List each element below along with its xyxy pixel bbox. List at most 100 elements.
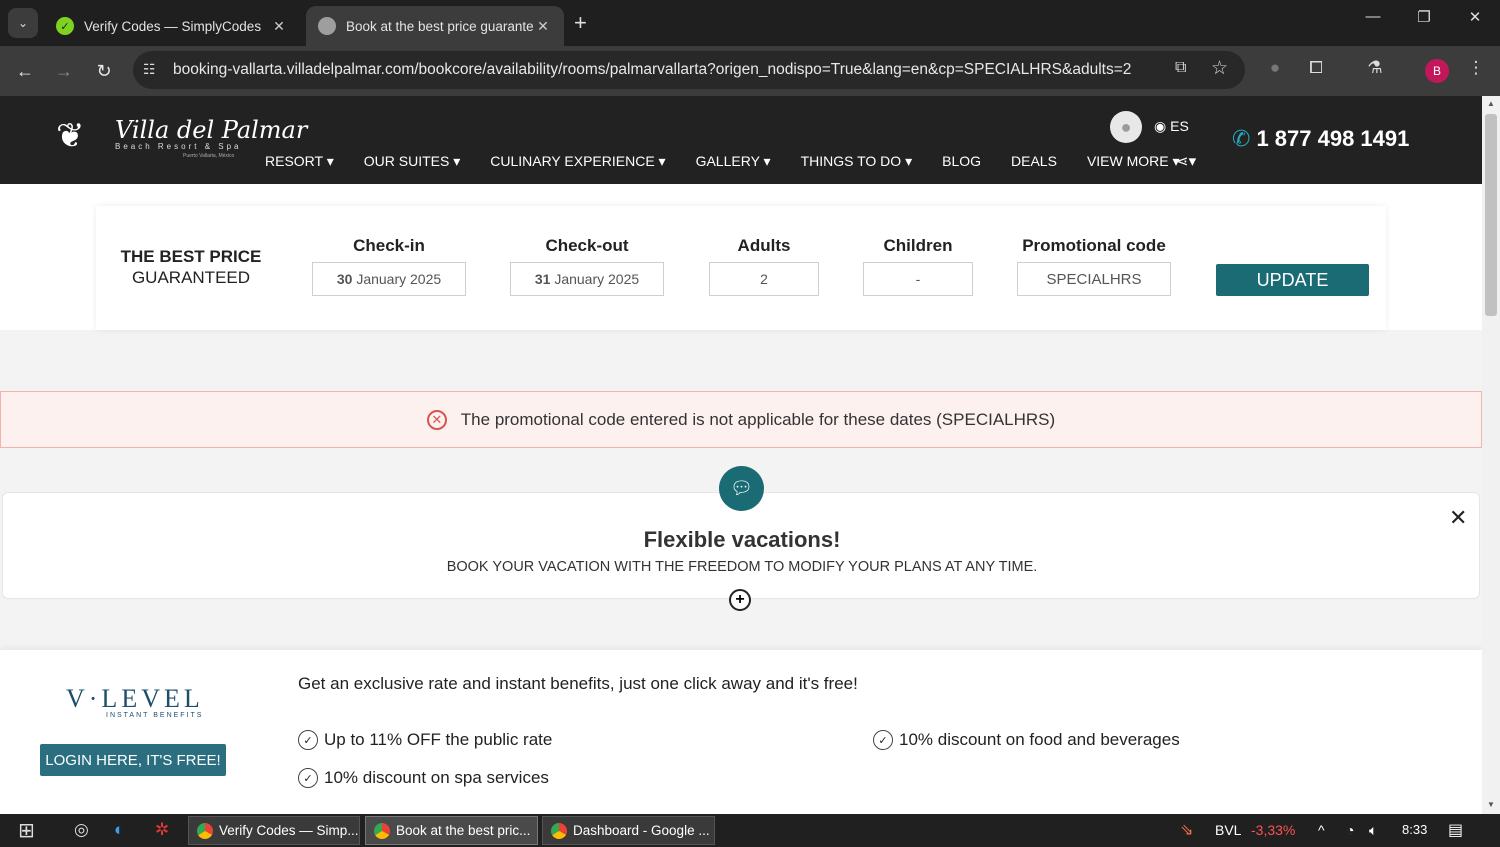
user-account-icon[interactable]: ● [1110, 111, 1142, 143]
start-grid-icon[interactable]: ⊞ [18, 818, 35, 843]
checkout-field: Check-out 31 January 2025 [510, 236, 664, 296]
phone-icon: ✆ [1232, 126, 1251, 151]
update-button[interactable]: UPDATE [1216, 264, 1369, 296]
close-icon[interactable]: ✕ [1449, 505, 1467, 531]
checkin-month-year: January 2025 [356, 271, 442, 287]
stock-ticker[interactable]: BVL [1215, 822, 1241, 838]
flexible-subtitle: BOOK YOUR VACATION WITH THE FREEDOM TO M… [446, 559, 1038, 575]
taskbar-app-label: Verify Codes — Simp... [219, 823, 359, 838]
close-window-icon[interactable]: ✕ [1460, 8, 1490, 26]
chat-bubble-icon[interactable]: 💬︎ [719, 466, 764, 511]
nav-view-more[interactable]: VIEW MORE ▾ [1087, 153, 1180, 170]
login-button[interactable]: LOGIN HERE, IT'S FREE! [40, 744, 226, 776]
promo-label: Promotional code [1022, 236, 1166, 255]
benefit-item: ✓ 10% discount on food and beverages [873, 730, 1180, 750]
minimize-icon[interactable]: — [1358, 8, 1388, 25]
tab-search-icon[interactable]: ⌄ [8, 8, 38, 38]
taskbar-app-verify-codes[interactable]: Verify Codes — Simp... [188, 816, 360, 845]
translate-icon[interactable]: ⧉ [1175, 59, 1186, 77]
bookmark-star-icon[interactable]: ☆ [1211, 57, 1228, 80]
expand-plus-icon[interactable]: + [729, 589, 751, 611]
url-text[interactable]: booking-vallarta.villadelpalmar.com/book… [173, 61, 1131, 79]
adults-select[interactable]: 2 [709, 262, 819, 296]
adults-field: Adults 2 [709, 236, 819, 296]
simplycodes-favicon-icon: ✓ [56, 17, 74, 35]
new-tab-icon[interactable]: + [574, 10, 587, 36]
checkin-field: Check-in 30 January 2025 [312, 236, 466, 296]
scrollbar-thumb[interactable] [1485, 114, 1497, 316]
checkout-input[interactable]: 31 January 2025 [510, 262, 664, 296]
taskbar-app-label: Dashboard - Google ... [573, 823, 710, 838]
forward-icon[interactable]: → [51, 58, 77, 84]
language-switch[interactable]: ◉ ES [1154, 118, 1189, 135]
nav-things-to-do[interactable]: THINGS TO DO ▾ [801, 153, 913, 170]
best-price-line1: THE BEST PRICE [120, 247, 262, 266]
tab-booking[interactable]: Book at the best price guarante ✕ [306, 6, 564, 46]
volume-icon[interactable]: 🔈︎ [1369, 822, 1377, 839]
vlevel-headline: Get an exclusive rate and instant benefi… [298, 674, 858, 693]
vlevel-benefits-panel: V·LEVEL INSTANT BENEFITS LOGIN HERE, IT'… [0, 650, 1482, 814]
children-label: Children [883, 236, 953, 255]
checkin-label: Check-in [353, 236, 425, 255]
nav-gallery[interactable]: GALLERY ▾ [696, 153, 771, 170]
os-taskbar: ⊞ ◎ ◐ ✲ Verify Codes — Simp... Book at t… [0, 814, 1500, 847]
share-icon[interactable]: ⋖▾ [1176, 152, 1196, 170]
reload-icon[interactable]: ↻ [91, 58, 117, 84]
benefit-text: Up to 11% OFF the public rate [324, 730, 553, 749]
taskbar-app-dashboard[interactable]: Dashboard - Google ... [542, 816, 715, 845]
site-info-icon[interactable]: ☷ [143, 61, 156, 78]
vlevel-logo-subtitle: INSTANT BENEFITS [106, 712, 204, 719]
scroll-up-icon[interactable]: ▲ [1487, 99, 1495, 108]
nav-deals[interactable]: DEALS [1011, 153, 1057, 170]
taskbar-app-label: Book at the best pric... [396, 823, 531, 838]
taskbar-app-booking[interactable]: Book at the best pric... [365, 816, 538, 845]
address-bar[interactable]: ☷ booking-vallarta.villadelpalmar.com/bo… [133, 51, 1245, 89]
checkout-label: Check-out [545, 236, 629, 255]
stock-widget-icon[interactable]: ⇘ [1180, 820, 1193, 840]
edge-icon[interactable]: ◐ [114, 820, 124, 840]
tab-title: Book at the best price guarante [346, 18, 534, 34]
checkin-input[interactable]: 30 January 2025 [312, 262, 466, 296]
phone-text: 1 877 498 1491 [1256, 126, 1410, 151]
nav-blog[interactable]: BLOG [942, 153, 981, 170]
phone-number[interactable]: ✆ 1 877 498 1491 [1232, 126, 1409, 152]
back-icon[interactable]: ← [12, 58, 38, 84]
restore-icon[interactable]: ❐ [1409, 8, 1439, 26]
globe-favicon-icon [318, 17, 336, 35]
tab-verify-codes[interactable]: ✓ Verify Codes — SimplyCodes ✕ [44, 6, 300, 46]
nav-our-suites[interactable]: OUR SUITES ▾ [364, 153, 460, 170]
promo-input[interactable]: SPECIALHRS [1017, 262, 1171, 296]
clock[interactable]: 8:33 [1402, 822, 1427, 837]
site-logo-text[interactable]: Villa del Palmar [115, 116, 307, 144]
nav-resort[interactable]: RESORT ▾ [265, 153, 334, 170]
extension-icon[interactable]: ● [1262, 58, 1288, 78]
close-tab-icon[interactable]: ✕ [534, 18, 552, 35]
menu-kebab-icon[interactable]: ⋮ [1463, 58, 1489, 78]
check-circle-icon: ✓ [298, 768, 318, 788]
tray-chevron-icon[interactable]: ^ [1318, 822, 1325, 838]
page-scrollbar[interactable]: ▲ ▼ [1482, 96, 1500, 814]
alert-message: The promotional code entered is not appl… [460, 409, 1056, 429]
language-label: ES [1170, 118, 1189, 134]
nav-culinary[interactable]: CULINARY EXPERIENCE ▾ [490, 153, 665, 170]
labs-flask-icon[interactable]: ⚗ [1362, 58, 1388, 78]
site-header: ❦ Villa del Palmar Beach Resort & Spa Pu… [0, 96, 1482, 184]
children-select[interactable]: - [863, 262, 973, 296]
notifications-icon[interactable]: ▤ [1448, 820, 1463, 840]
chrome-icon[interactable]: ◎ [74, 820, 89, 840]
chrome-icon [551, 822, 567, 839]
wifi-icon[interactable]: ◔ [1346, 822, 1354, 838]
profile-avatar[interactable]: B [1425, 59, 1449, 83]
scroll-down-icon[interactable]: ▼ [1487, 800, 1495, 809]
children-field: Children - [863, 236, 973, 296]
chrome-icon [197, 822, 213, 839]
palm-logo-icon[interactable]: ❦ [56, 116, 85, 156]
app-icon[interactable]: ✲ [155, 820, 169, 840]
flexible-title: Flexible vacations! [643, 527, 841, 552]
page-content: THE BEST PRICE GUARANTEED Check-in 30 Ja… [0, 184, 1482, 814]
extensions-puzzle-icon[interactable]: ⧠ [1303, 58, 1329, 78]
adults-label: Adults [737, 236, 791, 255]
benefit-text: 10% discount on food and beverages [899, 730, 1180, 749]
close-tab-icon[interactable]: ✕ [270, 18, 288, 35]
vlevel-logo: V·LEVEL [66, 684, 204, 713]
